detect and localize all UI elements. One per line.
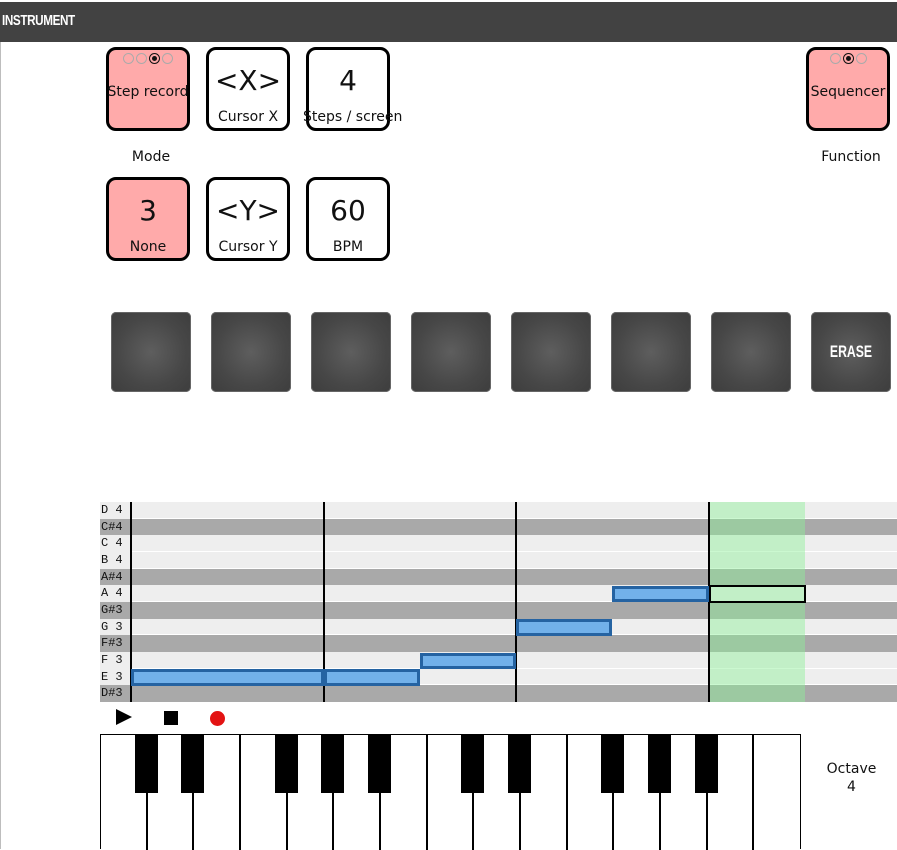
pad-3[interactable] (311, 312, 391, 392)
function-caption: Function (821, 149, 881, 165)
black-key-f-sharp[interactable] (274, 735, 298, 793)
black-key-f-sharp[interactable] (601, 735, 625, 793)
function-dot-2-selected (842, 53, 854, 64)
piano-keyboard[interactable] (100, 734, 801, 850)
beat-line (515, 502, 517, 702)
black-key-d-sharp[interactable] (508, 735, 531, 793)
mode-option-dots (109, 53, 187, 65)
note-label: E 3 (100, 668, 131, 686)
mode-knob[interactable]: Step record (106, 47, 190, 131)
steps-per-screen-value: 4 (339, 64, 357, 97)
note-label: G#3 (100, 602, 131, 619)
pad-5[interactable] (511, 312, 591, 392)
piano-roll[interactable]: D 4 C#4 C 4B 4 A#4 A 4 G#3 G 3 F#3 F 3E 3 D#3 (100, 502, 897, 702)
steps-per-screen-knob[interactable]: 4 Steps / screen (303, 47, 403, 131)
function-option-dots (809, 53, 887, 65)
none-knob-label: None (129, 239, 167, 255)
black-key-c-sharp[interactable] (461, 735, 485, 793)
octave-display: Octave 4 (814, 760, 889, 796)
instrument-title: INSTRUMENT (2, 12, 75, 29)
function-value: Sequencer (810, 84, 886, 100)
mode-value: Step record (107, 84, 189, 100)
none-knob-value: 3 (139, 194, 157, 227)
stop-icon[interactable] (164, 711, 178, 725)
white-key-c[interactable] (754, 735, 801, 850)
note-label: D 4 (100, 502, 131, 519)
black-key-g-sharp[interactable] (321, 735, 345, 793)
function-dot-3 (855, 53, 867, 64)
erase-pad[interactable]: ERASE (811, 312, 891, 392)
note-label: D#3 (100, 685, 131, 702)
note-label: C#4 (100, 518, 131, 536)
note-label: F#3 (100, 635, 131, 652)
pad-7[interactable] (711, 312, 791, 392)
mode-dot-3-selected (149, 53, 160, 64)
black-key-d-sharp[interactable] (181, 735, 205, 793)
pad-4[interactable] (411, 312, 491, 392)
cursor-cell (708, 585, 806, 603)
cursor-y-value: <Y> (215, 194, 281, 227)
record-icon[interactable] (210, 711, 225, 726)
pad-2[interactable] (211, 312, 291, 392)
mode-dot-2 (136, 53, 147, 64)
note-label: A#4 (100, 568, 131, 586)
play-icon[interactable] (116, 709, 132, 725)
black-key-a-sharp[interactable] (694, 735, 718, 793)
note-block[interactable] (323, 669, 420, 686)
note-block[interactable] (419, 652, 516, 670)
cursor-x-label: Cursor X (217, 109, 279, 125)
cursor-x-value: <X> (214, 64, 282, 97)
cursor-x-knob[interactable]: <X> Cursor X (206, 47, 290, 131)
bpm-value: 60 (330, 194, 366, 227)
note-block[interactable] (612, 585, 709, 603)
note-label: G 3 (100, 618, 131, 636)
note-block[interactable] (516, 619, 613, 636)
steps-per-screen-label: Steps / screen (303, 109, 403, 125)
bpm-label: BPM (332, 239, 364, 255)
cursor-y-label: Cursor Y (218, 239, 278, 255)
erase-label: ERASE (829, 342, 873, 361)
note-label: C 4 (100, 535, 131, 552)
note-label: A 4 (100, 585, 131, 602)
note-block[interactable] (131, 669, 324, 686)
black-key-a-sharp[interactable] (368, 735, 391, 793)
black-key-c-sharp[interactable] (134, 735, 158, 793)
header-bar: INSTRUMENT (0, 2, 897, 42)
left-edge (0, 42, 1, 849)
pad-6[interactable] (611, 312, 691, 392)
note-label: B 4 (100, 552, 131, 569)
none-knob[interactable]: 3 None (106, 177, 190, 261)
black-key-g-sharp[interactable] (648, 735, 671, 793)
cursor-y-knob[interactable]: <Y> Cursor Y (206, 177, 290, 261)
note-label: F 3 (100, 652, 131, 669)
mode-dot-1 (123, 53, 134, 64)
octave-label: Octave (826, 761, 877, 777)
octave-value: 4 (847, 779, 856, 795)
bpm-knob[interactable]: 60 BPM (306, 177, 390, 261)
mode-dot-4 (162, 53, 173, 64)
mode-caption: Mode (131, 149, 171, 165)
pad-1[interactable] (111, 312, 191, 392)
function-knob[interactable]: Sequencer (806, 47, 890, 131)
function-dot-1 (829, 53, 841, 64)
